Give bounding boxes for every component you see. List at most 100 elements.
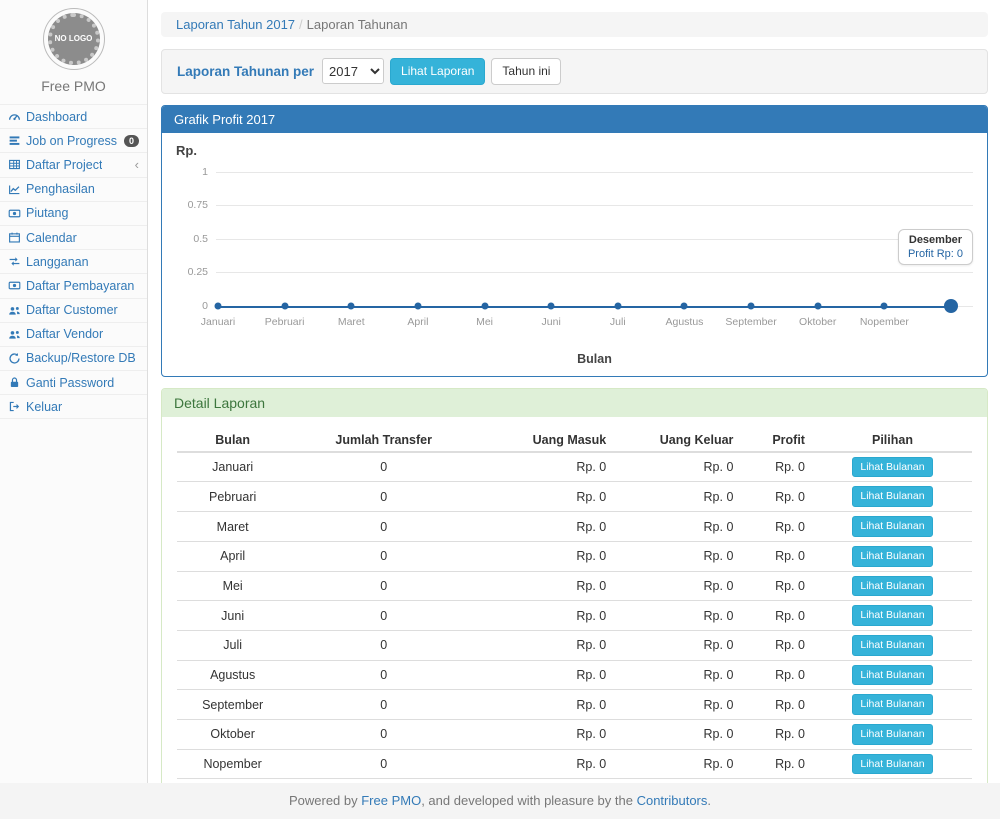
sidebar-item-penghasilan[interactable]: Penghasilan [0, 178, 147, 202]
data-point-oktober[interactable] [814, 302, 821, 309]
cell-profit: Rp. 0 [741, 541, 813, 571]
data-point-agustus[interactable] [681, 302, 688, 309]
lihat-bulanan-button-nopember[interactable]: Lihat Bulanan [852, 754, 932, 775]
gridline [216, 172, 973, 173]
data-point-juli[interactable] [614, 302, 621, 309]
data-point-januari[interactable] [215, 302, 222, 309]
cell-jumlah-transfer: 0 [288, 690, 479, 720]
lihat-bulanan-button-mei[interactable]: Lihat Bulanan [852, 576, 932, 597]
sidebar-item-label: Daftar Pembayaran [26, 279, 134, 293]
line-chart-icon [8, 183, 21, 196]
cell-uang-masuk: Rp. 0 [479, 452, 614, 482]
lihat-bulanan-button-juli[interactable]: Lihat Bulanan [852, 635, 932, 656]
cell-pilihan: Lihat Bulanan [813, 571, 972, 601]
table-row-nopember: Nopember0Rp. 0Rp. 0Rp. 0Lihat Bulanan [177, 749, 972, 779]
logo-ring: NO LOGO [43, 8, 105, 70]
brand-name: Free PMO [0, 78, 147, 94]
table-row-mei: Mei0Rp. 0Rp. 0Rp. 0Lihat Bulanan [177, 571, 972, 601]
year-select[interactable]: 2017 [322, 58, 384, 84]
sidebar-item-keluar[interactable]: Keluar [0, 395, 147, 419]
breadcrumb-link-laporan-tahun[interactable]: Laporan Tahun 2017 [176, 17, 295, 32]
lihat-bulanan-button-september[interactable]: Lihat Bulanan [852, 694, 932, 715]
data-point-maret[interactable] [348, 302, 355, 309]
cell-profit: Rp. 0 [741, 660, 813, 690]
sidebar-item-backup-restore-db[interactable]: Backup/Restore DB [0, 347, 147, 371]
cell-jumlah-transfer: 0 [288, 719, 479, 749]
sidebar-item-daftar-pembayaran[interactable]: Daftar Pembayaran [0, 274, 147, 298]
sidebar-item-job-on-progress[interactable]: Job on Progress0 [0, 129, 147, 153]
x-tick-label: Nopember [860, 316, 909, 328]
free-pmo-link[interactable]: Free PMO [361, 793, 421, 808]
sidebar-item-daftar-project[interactable]: Daftar Project‹ [0, 153, 147, 177]
data-point-nopember[interactable] [881, 302, 888, 309]
tahun-ini-button[interactable]: Tahun ini [491, 58, 561, 85]
lihat-bulanan-button-april[interactable]: Lihat Bulanan [852, 546, 932, 567]
data-point-juni[interactable] [548, 302, 555, 309]
year-filter-form: Laporan Tahunan per 2017 Lihat Laporan T… [161, 49, 988, 94]
lihat-bulanan-button-januari[interactable]: Lihat Bulanan [852, 457, 932, 478]
sidebar-item-daftar-vendor[interactable]: Daftar Vendor [0, 323, 147, 347]
retweet-icon [8, 255, 21, 268]
tasks-icon [8, 134, 21, 147]
lihat-bulanan-button-oktober[interactable]: Lihat Bulanan [852, 724, 932, 745]
data-point-desember[interactable] [944, 299, 958, 313]
table-row-januari: Januari0Rp. 0Rp. 0Rp. 0Lihat Bulanan [177, 452, 972, 482]
y-tick-label: 0.5 [176, 233, 208, 245]
cell-pilihan: Lihat Bulanan [813, 512, 972, 542]
cell-jumlah-transfer: 0 [288, 571, 479, 601]
money-icon [8, 207, 21, 220]
cell-profit: Rp. 0 [741, 630, 813, 660]
cell-bulan: September [177, 690, 288, 720]
cell-pilihan: Lihat Bulanan [813, 690, 972, 720]
cell-uang-masuk: Rp. 0 [479, 482, 614, 512]
cell-jumlah-transfer: 0 [288, 749, 479, 779]
users-icon [8, 304, 21, 317]
table-row-september: September0Rp. 0Rp. 0Rp. 0Lihat Bulanan [177, 690, 972, 720]
cell-pilihan: Lihat Bulanan [813, 719, 972, 749]
data-point-mei[interactable] [481, 302, 488, 309]
chevron-left-icon: ‹ [135, 157, 139, 172]
cell-jumlah-transfer: 0 [288, 482, 479, 512]
sidebar-menu: DashboardJob on Progress0Daftar Project‹… [0, 104, 147, 419]
cell-uang-keluar: Rp. 0 [614, 571, 741, 601]
chart-panel-title: Grafik Profit 2017 [162, 106, 987, 133]
data-point-september[interactable] [748, 302, 755, 309]
sidebar-item-daftar-customer[interactable]: Daftar Customer [0, 299, 147, 323]
lihat-bulanan-button-pebruari[interactable]: Lihat Bulanan [852, 486, 932, 507]
sidebar-item-piutang[interactable]: Piutang [0, 202, 147, 226]
lihat-bulanan-button-agustus[interactable]: Lihat Bulanan [852, 665, 932, 686]
contributors-link[interactable]: Contributors [637, 793, 708, 808]
data-point-april[interactable] [414, 302, 421, 309]
cell-pilihan: Lihat Bulanan [813, 749, 972, 779]
detail-panel-title: Detail Laporan [162, 389, 987, 417]
sidebar-item-label: Daftar Customer [26, 303, 118, 317]
data-point-pebruari[interactable] [281, 302, 288, 309]
cell-uang-masuk: Rp. 0 [479, 719, 614, 749]
sidebar-item-dashboard[interactable]: Dashboard [0, 105, 147, 129]
x-tick-label: Mei [476, 316, 493, 328]
cell-uang-keluar: Rp. 0 [614, 512, 741, 542]
detail-table: Bulan Jumlah Transfer Uang Masuk Uang Ke… [177, 429, 972, 819]
cell-uang-masuk: Rp. 0 [479, 630, 614, 660]
sidebar-item-calendar[interactable]: Calendar [0, 226, 147, 250]
cell-uang-masuk: Rp. 0 [479, 601, 614, 631]
sidebar-item-langganan[interactable]: Langganan [0, 250, 147, 274]
cell-bulan: Pebruari [177, 482, 288, 512]
lihat-laporan-button[interactable]: Lihat Laporan [390, 58, 485, 85]
users-icon [8, 328, 21, 341]
lihat-bulanan-button-maret[interactable]: Lihat Bulanan [852, 516, 932, 537]
cell-bulan: Agustus [177, 660, 288, 690]
table-row-juli: Juli0Rp. 0Rp. 0Rp. 0Lihat Bulanan [177, 630, 972, 660]
lihat-bulanan-button-juni[interactable]: Lihat Bulanan [852, 605, 932, 626]
x-tick-label: Agustus [665, 316, 703, 328]
sidebar-item-ganti-password[interactable]: Ganti Password [0, 371, 147, 395]
gridline [216, 272, 973, 273]
cell-bulan: Juli [177, 630, 288, 660]
breadcrumb: Laporan Tahun 2017/Laporan Tahunan [161, 12, 988, 37]
cell-uang-keluar: Rp. 0 [614, 719, 741, 749]
cell-jumlah-transfer: 0 [288, 541, 479, 571]
cell-profit: Rp. 0 [741, 482, 813, 512]
count-badge: 0 [124, 135, 139, 147]
gridline [216, 205, 973, 206]
sidebar: NO LOGO Free PMO DashboardJob on Progres… [0, 0, 148, 783]
